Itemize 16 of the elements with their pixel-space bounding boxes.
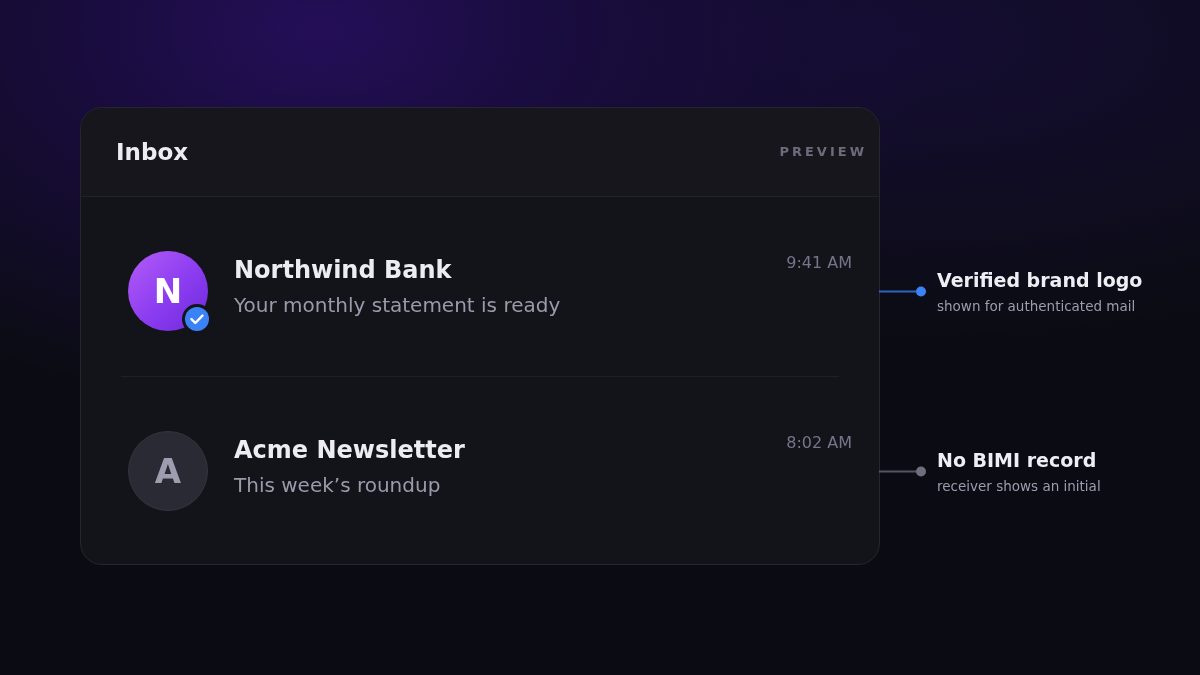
time-label: 8:02 AM xyxy=(786,433,852,453)
connector-line xyxy=(879,470,916,472)
callout-note: shown for authenticated mail xyxy=(937,296,1137,315)
avatar: N xyxy=(128,251,208,331)
callout-title: Verified brand logo xyxy=(937,267,1143,292)
sender-name: Acme Newsletter xyxy=(234,435,465,465)
callout-note: receiver shows an initial xyxy=(937,476,1101,495)
connector-line xyxy=(879,290,916,292)
inbox-title: Inbox xyxy=(116,138,189,166)
time-label: 9:41 AM xyxy=(786,253,852,273)
subject-line: Your monthly statement is ready xyxy=(234,292,561,319)
callout-title: No BIMI record xyxy=(937,447,1098,472)
preview-label: PREVIEW xyxy=(779,144,867,160)
avatar: A xyxy=(128,431,208,511)
sender-name: Northwind Bank xyxy=(234,255,453,285)
subject-line: This week’s roundup xyxy=(234,472,442,499)
